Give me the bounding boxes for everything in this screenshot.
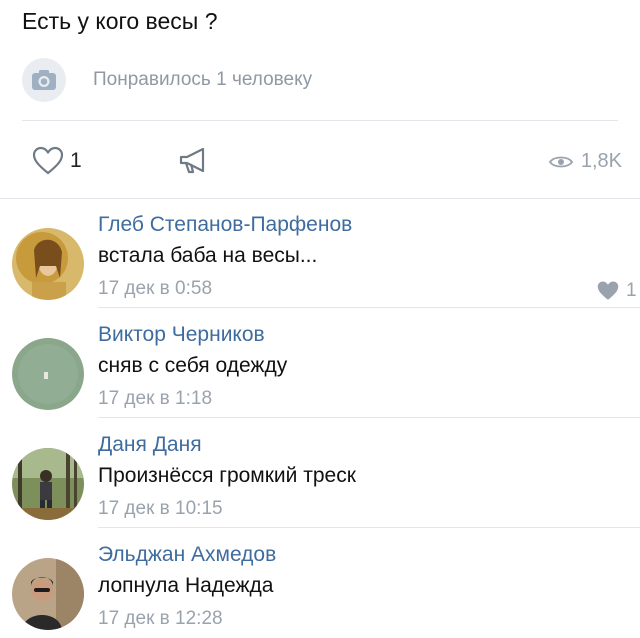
comment-author[interactable]: Эльджан Ахмедов <box>98 543 276 567</box>
share-megaphone-icon <box>179 147 205 174</box>
share-button[interactable] <box>177 146 211 181</box>
heart-icon <box>597 281 619 300</box>
avatar[interactable] <box>12 338 84 410</box>
comment-author[interactable]: Глеб Степанов-Парфенов <box>98 213 352 237</box>
avatar[interactable] <box>12 558 84 630</box>
comment-text: встала баба на весы... <box>98 244 318 267</box>
likes-summary: Понравилось 1 человеку <box>93 69 313 90</box>
comment-date: 17 дек в 10:15 <box>98 498 223 519</box>
comment-item[interactable]: Виктор Черников сняв с себя одежду 17 де… <box>0 308 640 418</box>
eye-icon <box>548 156 573 167</box>
post-text: Есть у кого весы ? <box>22 8 218 34</box>
comment-date: 17 дек в 1:18 <box>98 388 213 409</box>
comment-like-count: 1 <box>626 280 637 301</box>
avatar[interactable] <box>12 448 84 520</box>
views-count: 1,8K <box>580 150 622 172</box>
comment-text: Произнёсся громкий треск <box>98 464 356 487</box>
comment-date: 17 дек в 0:58 <box>98 278 213 299</box>
comment-item[interactable]: Эльджан Ахмедов лопнула Надежда 17 дек в… <box>0 528 640 638</box>
like-button[interactable]: 1 <box>32 146 82 176</box>
avatar[interactable] <box>12 228 84 300</box>
like-count: 1 <box>70 149 82 172</box>
comment-author[interactable]: Даня Даня <box>98 433 202 457</box>
views-counter: 1,8K <box>548 150 622 173</box>
divider <box>22 120 618 121</box>
post-actions: 1 1,8K <box>22 138 622 186</box>
heart-icon <box>32 146 64 175</box>
comment-item[interactable]: Даня Даня Произнёсся громкий треск 17 де… <box>0 418 640 528</box>
camera-icon <box>22 58 66 102</box>
comment-author[interactable]: Виктор Черников <box>98 323 265 347</box>
likes-row[interactable]: Понравилось 1 человеку <box>22 58 618 102</box>
comment-text: сняв с себя одежду <box>98 354 288 377</box>
comment-item[interactable]: Глеб Степанов-Парфенов встала баба на ве… <box>0 198 640 308</box>
comment-text: лопнула Надежда <box>98 574 274 597</box>
comment-date: 17 дек в 12:28 <box>98 608 223 629</box>
comment-like-button[interactable]: 1 <box>596 280 637 302</box>
